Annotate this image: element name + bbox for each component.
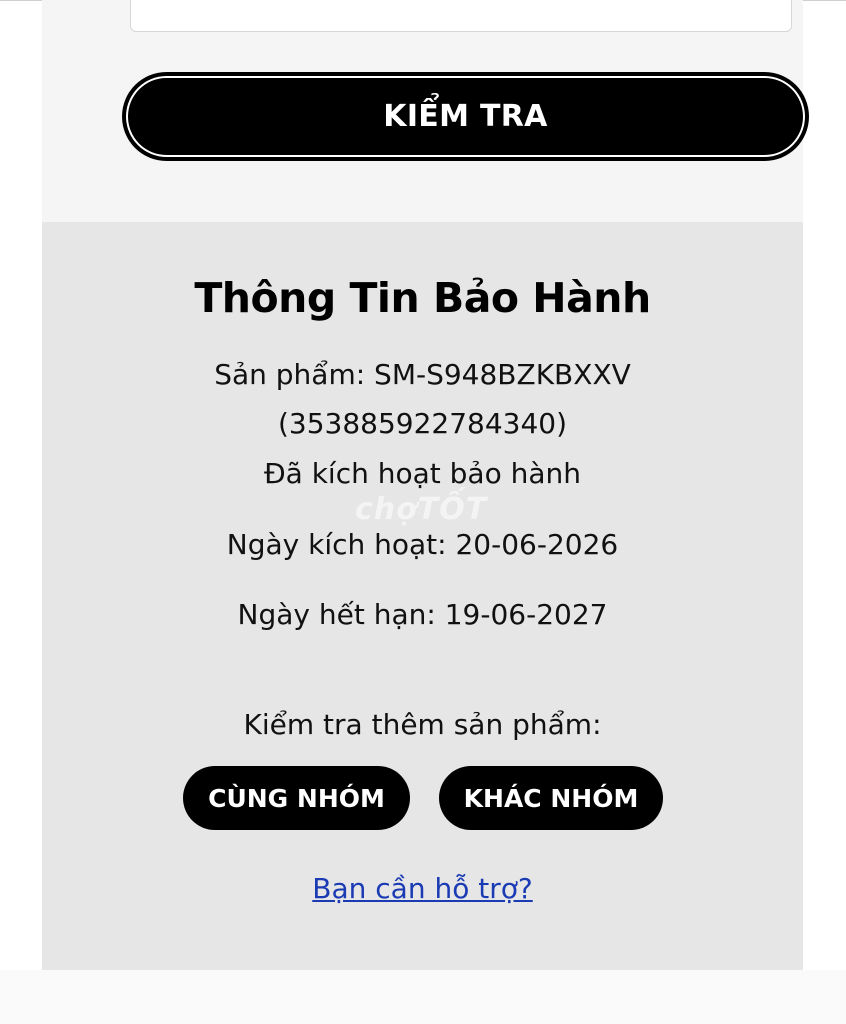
check-button[interactable]: KIỂM TRA (122, 72, 809, 161)
warranty-status: Đã kích hoạt bảo hành (263, 457, 582, 490)
check-more-prompt: Kiểm tra thêm sản phẩm: (243, 708, 602, 741)
same-group-button[interactable]: CÙNG NHÓM (183, 766, 410, 830)
activation-date: Ngày kích hoạt: 20-06-2026 (226, 528, 619, 561)
chotot-watermark: chợTỐT (355, 492, 488, 527)
other-group-button[interactable]: KHÁC NHÓM (439, 766, 663, 830)
check-button-label: KIỂM TRA (383, 99, 548, 134)
page-footer-background (0, 970, 846, 1024)
serial-input-field[interactable] (130, 0, 792, 32)
support-link[interactable]: Bạn cần hỗ trợ? (42, 872, 803, 905)
product-imei: (353885922784340) (277, 407, 568, 440)
other-group-label: KHÁC NHÓM (463, 783, 639, 813)
product-model: Sản phẩm: SM-S948BZKBXXV (214, 358, 631, 391)
warranty-title: Thông Tin Bảo Hành (194, 274, 651, 322)
warranty-info-panel: Thông Tin Bảo Hành Sản phẩm: SM-S948BZKB… (42, 222, 803, 970)
check-form-area: KIỂM TRA (42, 0, 809, 222)
same-group-label: CÙNG NHÓM (208, 783, 385, 813)
expiry-date: Ngày hết hạn: 19-06-2027 (237, 598, 608, 631)
